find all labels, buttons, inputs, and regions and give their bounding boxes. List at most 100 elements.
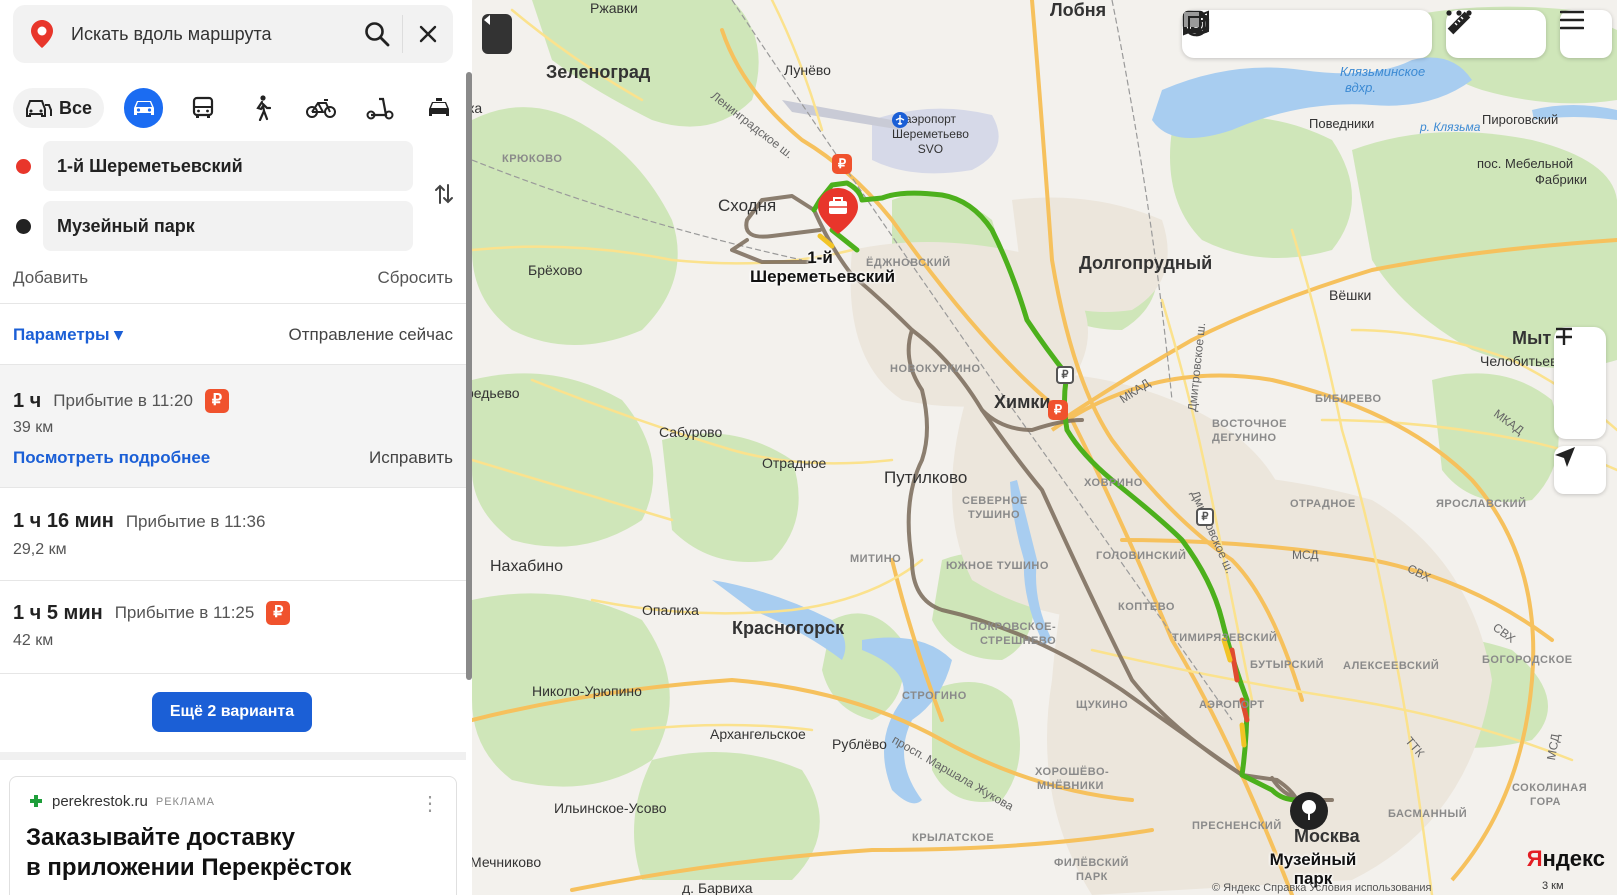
map-label: БУТЫРСКИЙ [1250, 659, 1324, 671]
map-label: Долгопрудный [1079, 253, 1213, 273]
tree-pin-icon [1290, 792, 1328, 830]
mode-bus-button[interactable] [183, 88, 222, 128]
toll-icon: ₽ [1048, 400, 1068, 420]
params-row: Параметры ▾ Отправление сейчас [13, 325, 453, 345]
map-label: Пироговский [1482, 112, 1559, 127]
route-summary: 1 ч Прибытие в 11:20 ₽ [13, 389, 229, 413]
close-icon[interactable] [403, 5, 453, 63]
map[interactable]: Ржавки Лобня Зеленоград Лунёво ка КРЮКОВ… [472, 0, 1617, 895]
params-dropdown[interactable]: Параметры ▾ [13, 325, 123, 345]
ad-headline-line: в приложении Перекрёсток [26, 854, 352, 881]
map-label: пос. Мебельной [1477, 156, 1574, 171]
map-label: МСД [1292, 548, 1319, 562]
mode-walk-button[interactable] [242, 88, 281, 128]
map-label: ПРЕСНЕНСКИЙ [1192, 820, 1282, 832]
yandex-logo: Яндекс [1527, 846, 1605, 872]
copyright-links[interactable]: © Яндекс Справка Условия использования [1212, 882, 1432, 894]
map-label: Вёшки [1329, 287, 1372, 303]
map-label: Нахабино [490, 558, 564, 575]
route-details-link[interactable]: Посмотреть подробнее [13, 448, 210, 468]
mode-all-label: Все [59, 97, 93, 118]
map-type-button[interactable] [1183, 10, 1282, 58]
add-waypoint-link[interactable]: Добавить [13, 268, 88, 288]
menu-button[interactable] [1560, 10, 1612, 58]
start-label-line: Шереметьевский [750, 267, 896, 286]
map-canvas [472, 0, 1617, 895]
divider [0, 752, 466, 760]
mode-car-button[interactable] [124, 88, 164, 128]
airplane-icon [892, 112, 908, 128]
toll-marker[interactable]: ₽ [1048, 400, 1068, 420]
departure-time[interactable]: Отправление сейчас [289, 325, 453, 345]
map-label: ПАРК [1076, 871, 1108, 883]
zoom-out-button[interactable] [1554, 327, 1606, 439]
airport-label: аэропорт Шереметьево SVO [892, 112, 969, 157]
mode-taxi-button[interactable] [419, 88, 458, 128]
route-option-2[interactable]: 1 ч 16 мин Прибытие в 11:36 29,2 км [0, 488, 466, 580]
start-label: 1-й Шереметьевский [750, 248, 896, 286]
map-label: ТИМИРЯЗЕВСКИЙ [1172, 632, 1278, 644]
to-field[interactable]: Музейный парк [43, 201, 413, 251]
map-label: ДЕГУНИНО [1212, 432, 1277, 444]
route-option-3[interactable]: 1 ч 5 мин Прибытие в 11:25 ₽ 42 км [0, 581, 466, 673]
mode-bike-button[interactable] [301, 88, 340, 128]
divider [0, 673, 466, 674]
map-label: АЭРОПОРТ [1199, 699, 1265, 711]
map-label: ТУШИНО [968, 509, 1021, 521]
route-arrival: Прибытие в 11:20 [53, 391, 193, 410]
swap-icon[interactable] [430, 180, 458, 208]
transport-modes: Все [13, 86, 458, 130]
map-label: Красногорск [732, 618, 845, 638]
my-location-button[interactable] [1554, 446, 1606, 494]
route-summary: 1 ч 16 мин Прибытие в 11:36 [13, 510, 265, 533]
map-label: СЕВЕРНОЕ [962, 495, 1028, 507]
urban-areas [850, 197, 1492, 895]
ellipsis-icon [1446, 10, 1472, 16]
map-label: СТРОГИНО [902, 690, 967, 702]
end-dot-icon [16, 219, 31, 234]
sidebar-scrollbar[interactable] [466, 72, 472, 680]
map-label: БИБИРЕВО [1315, 393, 1382, 405]
toll-marker[interactable]: ₽ [832, 154, 852, 174]
route-distance: 29,2 км [13, 541, 67, 558]
waypoint-to: Музейный парк [0, 201, 420, 251]
search-input[interactable]: Искать вдоль маршрута [71, 24, 352, 45]
ad-card[interactable]: perekrestok.ru РЕКЛАМА ⋮ Заказывайте дос… [9, 776, 457, 895]
route-duration: 1 ч [13, 389, 42, 412]
toll-icon: ₽ [832, 154, 852, 174]
search-icon[interactable] [352, 5, 402, 63]
airport-line: Шереметьево [892, 127, 969, 141]
walk-icon [255, 95, 271, 121]
route-distance: 39 км [13, 419, 54, 436]
collapse-sidebar-button[interactable] [482, 14, 512, 54]
waypoint-from: 1-й Шереметьевский [0, 141, 420, 191]
map-label: Челобитьево [1480, 353, 1566, 369]
map-label: Химки [994, 392, 1051, 412]
map-label: ФИЛЁВСКИЙ [1054, 857, 1129, 869]
reset-link[interactable]: Сбросить [377, 268, 453, 288]
ruler-button[interactable] [1446, 10, 1496, 58]
map-label: КРЮКОВО [502, 153, 563, 165]
map-label: Мечниково [472, 854, 542, 870]
more-tools-button[interactable] [1446, 10, 1546, 58]
more-options-icon[interactable]: ⋮ [420, 791, 440, 816]
route-search-bar[interactable]: Искать вдоль маршрута [13, 5, 453, 63]
scooter-icon [366, 97, 394, 120]
map-label: Фабрики [1535, 172, 1587, 187]
zoom-in-button[interactable] [1554, 327, 1606, 383]
transit-layer-button[interactable] [1182, 10, 1382, 58]
route-fix-link[interactable]: Исправить [369, 448, 453, 468]
mode-scooter-button[interactable] [360, 88, 399, 128]
start-label-line: 1-й [807, 248, 833, 267]
from-field[interactable]: 1-й Шереметьевский [43, 141, 413, 191]
zoom-control [1554, 327, 1606, 439]
more-variants-button[interactable]: Ещё 2 варианта [152, 692, 312, 732]
panorama-button[interactable] [1182, 10, 1332, 58]
route-option-1[interactable]: 1 ч Прибытие в 11:20 ₽ 39 км Посмотреть … [0, 365, 466, 487]
mode-all-button[interactable]: Все [13, 88, 105, 128]
map-label: Ржавки [590, 0, 638, 16]
layers-button[interactable] [1184, 10, 1432, 58]
map-label: ХОРОШЁВО- [1035, 766, 1110, 778]
start-dot-icon [16, 159, 31, 174]
toll-badge: ₽ [204, 389, 229, 413]
